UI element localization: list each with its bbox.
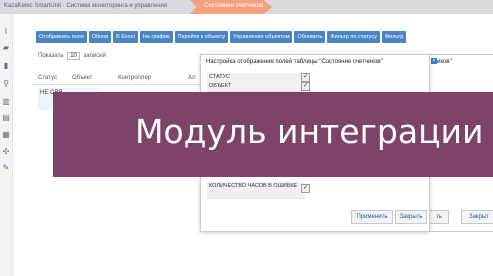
toolbar-button-graph[interactable]: На график	[139, 31, 173, 43]
page-size-select[interactable]: 10	[67, 52, 80, 60]
breadcrumb-path[interactable]: KazaKelec SmartUnit · Система мониторинг…	[4, 3, 167, 9]
location-pin-icon[interactable]: ⚲	[2, 80, 10, 88]
field-label: ОБЪЕКТ	[209, 83, 232, 89]
show-label: Показать	[38, 53, 64, 59]
column-object[interactable]: Объект	[72, 75, 92, 81]
bar-chart-icon[interactable]: ▥	[2, 98, 10, 106]
field-row-object: ОБЪЕКТ	[207, 82, 305, 92]
table-header: Статус Объект Контроллер Ал	[32, 72, 202, 85]
toolbar-button-filter-status[interactable]: Фильтр по статусу	[327, 31, 380, 43]
records-label: записей	[83, 53, 106, 59]
book-icon[interactable]: ▤	[2, 114, 10, 122]
toolbar-button-go-object[interactable]: Перейти к объекту	[174, 31, 229, 43]
breadcrumb-active-label: Состояние счетчиков	[204, 3, 264, 9]
page-size-control: Показать 10 записей	[38, 52, 106, 60]
column-partial[interactable]: Ал	[188, 75, 196, 81]
toolbar-button-manage[interactable]: Управление объектом	[230, 31, 293, 43]
background-apply-button[interactable]: ть	[429, 210, 449, 224]
field-label: СТАТУС	[209, 74, 231, 80]
battery-icon[interactable]: ▮	[2, 62, 10, 70]
field-row-error-hours: КОЛИЧЕСТВО ЧАСОВ В ОШИБКЕ	[207, 182, 305, 199]
wrench-icon[interactable]: ✎	[2, 164, 10, 172]
column-status[interactable]: Статус	[38, 75, 57, 81]
table-icon[interactable]: ▦	[2, 131, 10, 139]
field-checkbox-object[interactable]: ✓	[301, 82, 310, 91]
close-button[interactable]: Закрыть	[395, 210, 427, 224]
banner-title: Модуль интеграции	[135, 112, 484, 151]
left-sidebar: ⌇ ▰ ▮ ⚲ ▥ ▤ ▦ ✣ ✎	[0, 14, 13, 276]
apply-button[interactable]: Применить	[351, 210, 393, 224]
background-close-button[interactable]: Закрыт	[461, 210, 493, 224]
field-checkbox-error-hours[interactable]: ✓	[301, 184, 310, 193]
toolbar-button-refresh[interactable]: Обнов	[88, 31, 112, 43]
background-dialog-title: иков"	[437, 59, 452, 65]
toolbar-button-excel[interactable]: В Excel	[113, 31, 138, 43]
toolbar-button-update[interactable]: Обновить	[294, 31, 326, 43]
breadcrumb-active-tab[interactable]: Состояние счетчиков	[190, 0, 272, 14]
column-controller[interactable]: Контроллер	[118, 75, 151, 81]
dialog-title: Настройка отображения полей таблицы "Сос…	[206, 59, 383, 65]
field-checkbox-status[interactable]: ✓	[301, 73, 310, 82]
car-icon[interactable]: ▰	[2, 44, 10, 52]
toolbar-button-fields[interactable]: Отображать поля	[36, 31, 87, 43]
title-banner: Модуль интеграции	[53, 92, 493, 177]
toolbar-button-filter[interactable]: Фильтр	[381, 31, 407, 43]
chart-icon[interactable]: ⌇	[2, 28, 10, 36]
network-icon[interactable]: ✣	[2, 148, 10, 156]
field-label: КОЛИЧЕСТВО ЧАСОВ В ОШИБКЕ	[209, 183, 298, 189]
table-toolbar: Отображать поля Обнов В Excel На график …	[36, 31, 493, 43]
top-breadcrumb-bar: KazaKelec SmartUnit · Система мониторинг…	[0, 0, 493, 14]
